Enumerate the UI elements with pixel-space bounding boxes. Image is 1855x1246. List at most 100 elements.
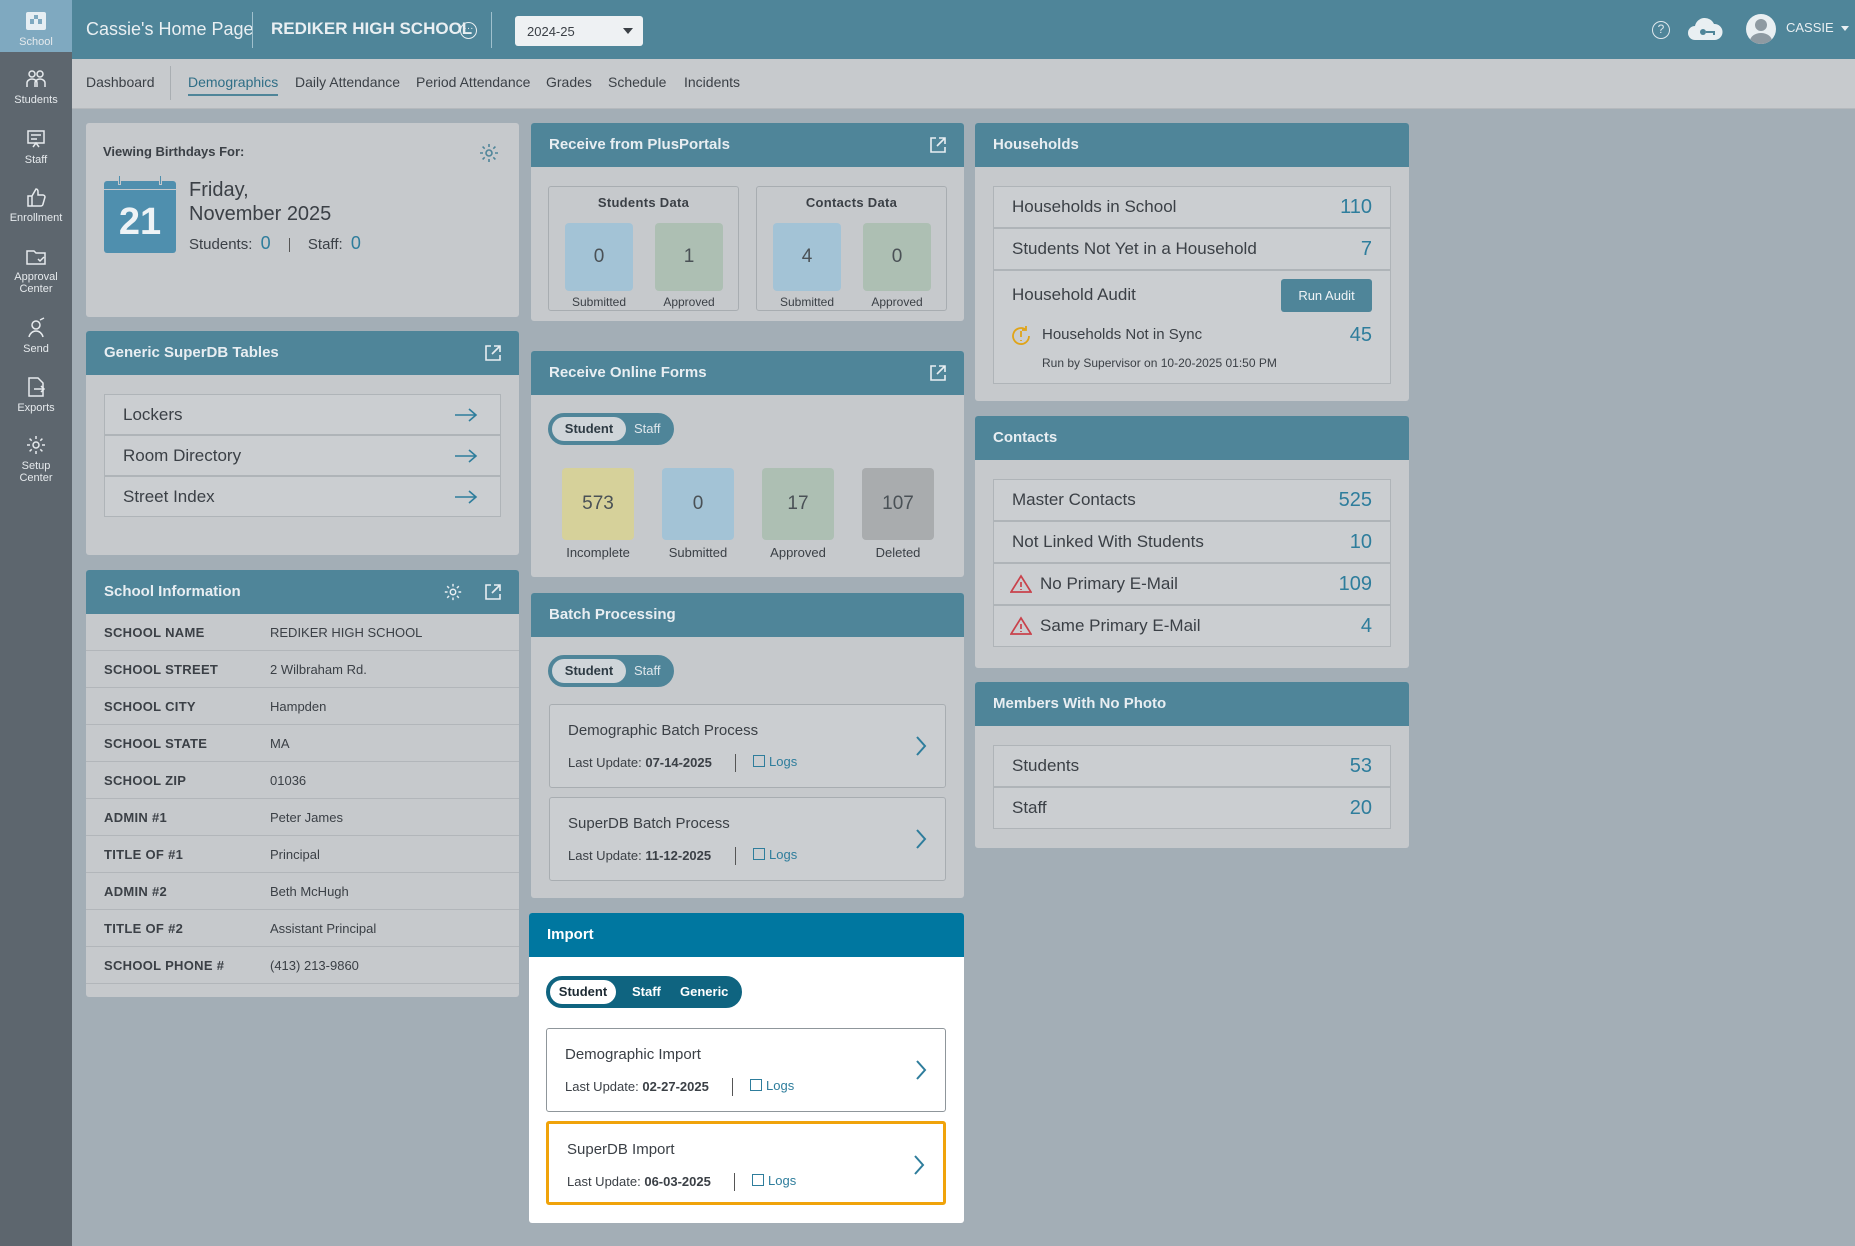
staff-birthday-count[interactable]: 0 — [351, 233, 361, 253]
students-submitted-box[interactable]: 0 — [565, 223, 633, 291]
students-birthday-label: Students: — [189, 236, 253, 253]
form-stat-label: Deleted — [875, 545, 921, 560]
sync-warning-icon — [1012, 326, 1030, 345]
students-birthday-count[interactable]: 0 — [261, 233, 271, 253]
submitted-label: Submitted — [779, 295, 835, 309]
contacts-card: Contacts Master Contacts 525 Not Linked … — [975, 416, 1409, 668]
superdb-item-street-index[interactable]: Street Index — [104, 476, 501, 517]
tab-grades[interactable]: Grades — [546, 59, 592, 109]
students-not-in-household-row[interactable]: Students Not Yet in a Household 7 — [993, 228, 1391, 270]
toggle-staff[interactable]: Staff — [634, 417, 661, 441]
online-forms-card: Receive Online Forms Student Staff 573 In… — [531, 351, 964, 577]
form-stat-deleted-box[interactable]: 107 — [862, 468, 934, 540]
contacts-approved-box[interactable]: 0 — [863, 223, 931, 291]
tab-period-attendance[interactable]: Period Attendance — [416, 59, 530, 109]
school-info-row: SCHOOL PHONE # (413) 213-9860 — [86, 947, 519, 984]
students-approved-box[interactable]: 1 — [655, 223, 723, 291]
import-toggle[interactable]: Student Staff Generic — [546, 976, 742, 1008]
settings-gear-icon[interactable] — [478, 142, 500, 164]
school-info-row: ADMIN #1 Peter James — [86, 799, 519, 836]
settings-gear-icon[interactable] — [443, 582, 463, 602]
not-linked-row[interactable]: Not Linked With Students 10 — [993, 521, 1391, 563]
external-link-icon[interactable] — [483, 582, 503, 602]
toggle-student[interactable]: Student — [550, 980, 616, 1004]
tab-schedule[interactable]: Schedule — [608, 59, 666, 109]
divider — [491, 12, 492, 48]
demographic-import[interactable]: Demographic Import Last Update: 02-27-20… — [546, 1028, 946, 1112]
panel-title: Contacts Data — [805, 195, 898, 210]
sidebar-item-enrollment[interactable]: Enrollment — [0, 186, 72, 224]
row-value: 110 — [1340, 196, 1372, 218]
cloud-icon[interactable] — [1686, 16, 1724, 42]
toggle-generic[interactable]: Generic — [680, 980, 728, 1004]
sidebar-item-exports[interactable]: Exports — [0, 376, 72, 414]
run-audit-button[interactable]: Run Audit — [1281, 279, 1372, 312]
school-info-key: SCHOOL CITY — [104, 699, 196, 714]
sidebar-item-staff[interactable]: Staff — [0, 128, 72, 166]
avatar[interactable] — [1746, 14, 1776, 44]
chevron-right-icon — [916, 1060, 927, 1080]
contacts-submitted-box[interactable]: 4 — [773, 223, 841, 291]
sidebar-item-approval-center[interactable]: Approval Center — [0, 245, 72, 295]
help-icon[interactable]: ? — [1652, 21, 1670, 39]
toggle-student[interactable]: Student — [552, 417, 626, 441]
households-in-school-row[interactable]: Households in School 110 — [993, 186, 1391, 228]
demographic-batch-process[interactable]: Demographic Batch Process Last Update: 0… — [549, 704, 946, 788]
sidebar-item-students[interactable]: Students — [0, 68, 72, 106]
superdb-import[interactable]: SuperDB Import Last Update: 06-03-2025 L… — [546, 1121, 946, 1205]
no-photo-card: Members With No Photo Students 53 Staff … — [975, 682, 1409, 848]
sidebar-item-label: Approval — [14, 271, 58, 283]
form-stat-approved-box[interactable]: 17 — [762, 468, 834, 540]
sidebar-item-send[interactable]: Send — [0, 317, 72, 355]
year-select[interactable]: 2024-25 — [515, 16, 643, 46]
logs-link[interactable]: Logs — [750, 1078, 794, 1093]
sidebar-item-label: Enrollment — [9, 212, 63, 224]
form-stat-submitted-box[interactable]: 0 — [662, 468, 734, 540]
school-info-row: ADMIN #2 Beth McHugh — [86, 873, 519, 910]
tab-daily-attendance[interactable]: Daily Attendance — [295, 59, 400, 109]
external-link-icon[interactable] — [928, 135, 948, 155]
toggle-staff[interactable]: Staff — [632, 980, 661, 1004]
superdb-item-lockers[interactable]: Lockers — [104, 394, 501, 435]
form-stat-incomplete-box[interactable]: 573 — [562, 468, 634, 540]
toggle-student[interactable]: Student — [552, 659, 626, 683]
batch-toggle[interactable]: Student Staff — [548, 655, 674, 687]
master-contacts-row[interactable]: Master Contacts 525 — [993, 479, 1391, 521]
birthday-date-line2: November 2025 — [189, 203, 332, 225]
school-info-value: (413) 213-9860 — [270, 958, 359, 973]
approved-label: Approved — [663, 295, 715, 309]
superdb-item-room-directory[interactable]: Room Directory — [104, 435, 501, 476]
user-menu[interactable]: CASSIE — [1786, 20, 1850, 35]
no-photo-staff-row[interactable]: Staff 20 — [993, 787, 1391, 829]
students-icon — [26, 70, 46, 87]
last-update: Last Update: 11-12-2025 — [568, 848, 711, 863]
logs-link[interactable]: Logs — [753, 754, 797, 769]
sidebar-item-school[interactable]: School — [0, 0, 72, 52]
external-link-icon[interactable] — [928, 363, 948, 383]
sidebar-item-label: Setup — [21, 460, 51, 472]
no-primary-email-row[interactable]: No Primary E-Mail 109 — [993, 563, 1391, 605]
external-link-icon[interactable] — [483, 343, 503, 363]
same-primary-email-row[interactable]: Same Primary E-Mail 4 — [993, 605, 1391, 647]
chevron-right-icon — [916, 829, 927, 849]
households-not-in-sync-value[interactable]: 45 — [1350, 324, 1372, 347]
no-photo-students-row[interactable]: Students 53 — [993, 745, 1391, 787]
school-name[interactable]: REDIKER HIGH SCHOOL — [271, 19, 472, 39]
logs-link[interactable]: Logs — [753, 847, 797, 862]
more-options-icon[interactable]: ··· — [460, 22, 477, 39]
toggle-staff[interactable]: Staff — [634, 659, 661, 683]
logs-link[interactable]: Logs — [752, 1173, 796, 1188]
tab-demographics[interactable]: Demographics — [188, 59, 279, 109]
superdb-batch-process[interactable]: SuperDB Batch Process Last Update: 11-12… — [549, 797, 946, 881]
user-name: CASSIE — [1786, 20, 1834, 35]
sidebar-item-label-2: Center — [19, 472, 53, 484]
card-title: School Information — [104, 583, 241, 600]
tab-incidents[interactable]: Incidents — [684, 59, 740, 109]
sidebar-item-setup-center[interactable]: Setup Center — [0, 434, 72, 484]
tab-dashboard[interactable]: Dashboard — [86, 59, 155, 109]
row-label: Households in School — [1012, 197, 1177, 216]
online-forms-toggle[interactable]: Student Staff — [548, 413, 674, 445]
row-label: Students — [1012, 756, 1080, 775]
approved-label: Approved — [871, 295, 923, 309]
row-label: Staff — [1012, 798, 1047, 817]
